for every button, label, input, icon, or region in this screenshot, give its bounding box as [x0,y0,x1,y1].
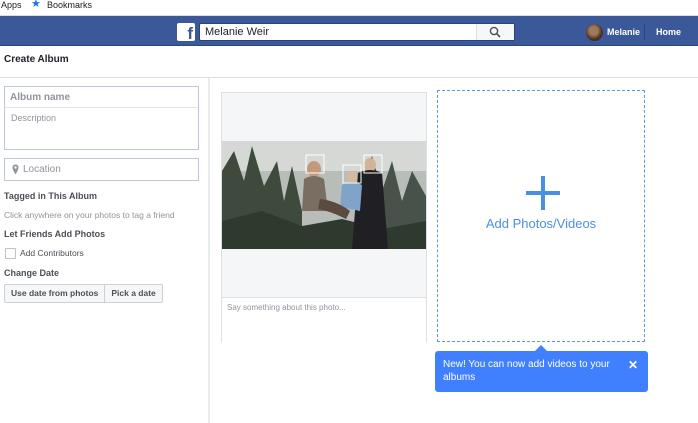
bookmarks-link[interactable]: Bookmarks [47,0,92,10]
pick-a-date-button[interactable]: Pick a date [104,285,161,302]
search-box [199,23,515,41]
photo-illustration [222,141,426,249]
album-details-box [4,86,199,150]
star-icon: ★ [31,0,41,10]
location-pin-icon [12,164,19,175]
plus-icon [526,176,560,210]
apps-shortcut[interactable]: Apps [1,0,22,10]
photo-card [221,92,427,343]
search-button[interactable] [476,24,514,40]
location-field [4,158,199,181]
uploaded-photo[interactable] [222,141,426,249]
new-feature-tooltip: New! You can now add videos to your albu… [435,351,648,392]
photo-caption-input[interactable] [222,298,426,343]
nav-divider [644,24,645,40]
use-date-from-photos-button[interactable]: Use date from photos [5,285,104,302]
bookmarks-bar: Apps ★ Bookmarks [0,0,698,16]
description-input[interactable] [5,109,198,149]
search-icon [489,26,501,38]
add-photos-videos-label: Add Photos/Videos [485,216,597,231]
close-icon[interactable]: ✕ [628,359,638,371]
profile-link[interactable]: Melanie [607,27,640,37]
tagged-heading: Tagged in This Album [4,191,97,201]
add-contributors-label[interactable]: Add Contributors [20,248,84,258]
add-photos-videos-button[interactable]: Add Photos/Videos [437,90,645,342]
album-name-input[interactable] [5,87,198,108]
add-contributors-checkbox[interactable] [5,248,16,259]
change-date-heading: Change Date [4,268,60,278]
date-button-group: Use date from photos Pick a date [4,284,163,303]
album-header: Create Album [0,46,698,78]
search-input[interactable] [200,24,490,40]
facebook-logo-icon[interactable]: f [177,23,195,43]
caption-area [222,297,426,343]
tagged-hint: Click anywhere on your photos to tag a f… [4,210,175,220]
let-friends-heading: Let Friends Add Photos [4,229,106,239]
location-input[interactable] [21,159,193,180]
home-link[interactable]: Home [656,27,681,37]
avatar[interactable] [586,24,603,41]
tooltip-text: New! You can now add videos to your albu… [443,359,610,383]
album-settings-sidebar: Tagged in This Album Click anywhere on y… [0,78,208,423]
page-title: Create Album [4,54,69,65]
